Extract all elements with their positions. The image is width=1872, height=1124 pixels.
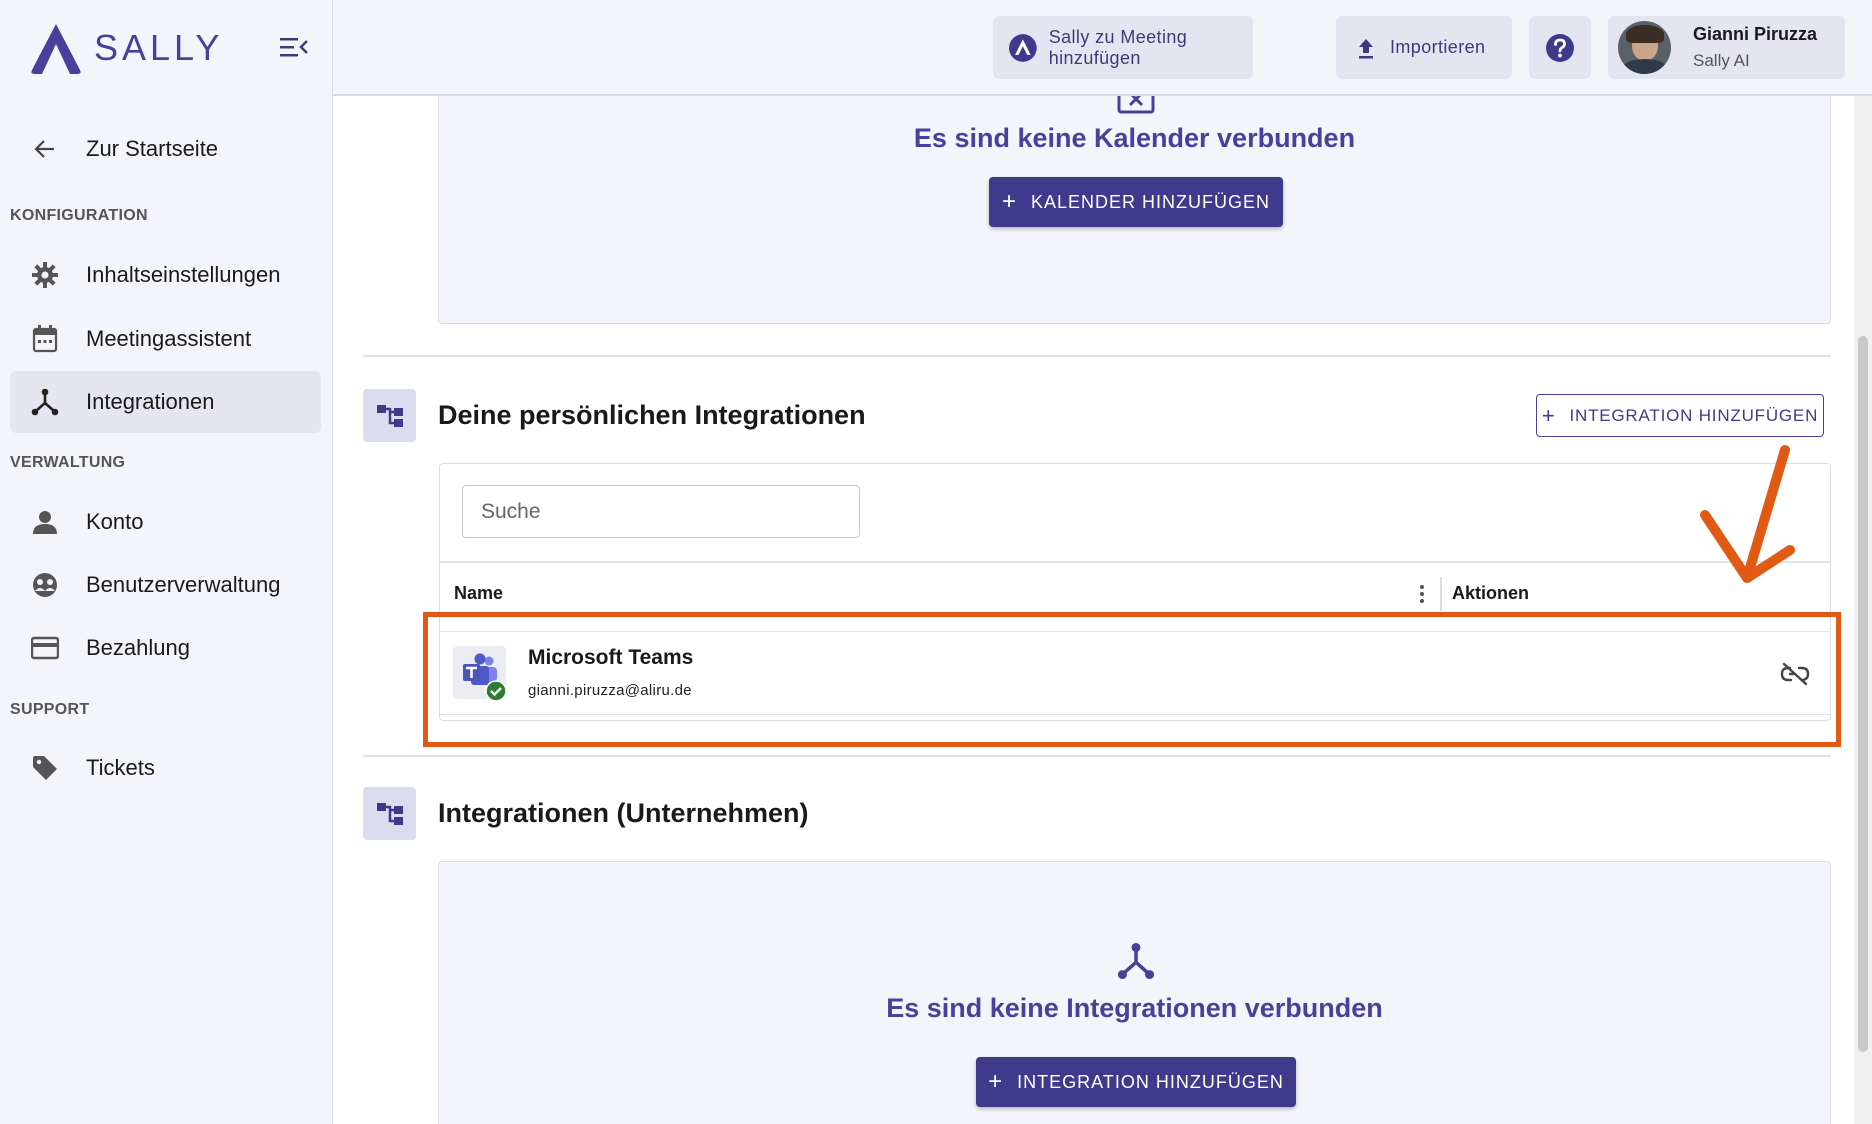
brand-logo[interactable]: SALLY <box>26 20 223 76</box>
plus-icon: + <box>1001 188 1017 215</box>
user-name: Gianni Piruzza <box>1693 24 1818 44</box>
column-header-actions: Aktionen <box>1452 583 1530 603</box>
column-menu-icon[interactable] <box>1419 584 1425 604</box>
integration-account: gianni.piruzza@aliru.de <box>528 682 692 699</box>
table-separator <box>440 561 1830 563</box>
add-company-integration-label: INTEGRATION HINZUFÜGEN <box>1017 1071 1284 1092</box>
sidebar-item-account[interactable]: Konto <box>10 491 321 553</box>
plus-icon: + <box>1541 402 1556 428</box>
unlink-icon[interactable] <box>1780 662 1810 686</box>
sally-logo-icon <box>31 24 81 74</box>
section-label-support: SUPPORT <box>10 701 90 718</box>
sally-badge-icon <box>1009 33 1037 62</box>
import-label: Importieren <box>1390 37 1486 57</box>
sidebar-item-label: Benutzerverwaltung <box>86 572 281 597</box>
users-globe-icon <box>30 570 60 600</box>
help-button[interactable] <box>1529 16 1591 79</box>
sidebar-item-label: Zur Startseite <box>86 136 219 161</box>
person-icon <box>30 507 60 537</box>
user-menu[interactable]: Gianni Piruzza Sally AI <box>1608 16 1845 79</box>
gear-icon <box>30 260 60 290</box>
add-personal-integration-button[interactable]: + INTEGRATION HINZUFÜGEN <box>1536 394 1824 437</box>
main-content: Es sind keine Kalender verbunden + KALEN… <box>333 76 1872 1124</box>
brand-name: SALLY <box>94 27 224 68</box>
sidebar-item-label: Bezahlung <box>86 635 190 660</box>
sidebar-item-content-settings[interactable]: Inhaltseinstellungen <box>10 244 321 306</box>
personal-integrations-title: Deine persönlichen Integrationen <box>438 400 866 430</box>
scrollbar-thumb[interactable] <box>1858 336 1868 1052</box>
calendar-empty-card: Es sind keine Kalender verbunden + KALEN… <box>438 76 1831 324</box>
app-root: SALLY Zur Startseite KONFIGURATION Inhal… <box>0 0 1872 1124</box>
menu-collapse-icon[interactable] <box>280 36 308 58</box>
hierarchy-icon <box>376 404 403 427</box>
add-to-meeting-label: Sally zu Meeting hinzufügen <box>1048 26 1188 68</box>
add-to-meeting-button[interactable]: Sally zu Meeting hinzufügen <box>993 16 1253 79</box>
sidebar-item-label: Meetingassistent <box>86 326 252 351</box>
calendar-empty-title: Es sind keine Kalender verbunden <box>913 123 1356 153</box>
avatar <box>1618 21 1671 74</box>
sidebar: SALLY Zur Startseite KONFIGURATION Inhal… <box>0 0 333 1124</box>
sidebar-item-back[interactable]: Zur Startseite <box>10 118 321 180</box>
column-header-name[interactable]: Name <box>454 583 503 604</box>
calendar-icon <box>30 324 60 354</box>
sidebar-item-label: Integrationen <box>86 389 215 414</box>
sidebar-item-meeting-assistant[interactable]: Meetingassistent <box>10 308 321 370</box>
add-company-integration-button[interactable]: + INTEGRATION HINZUFÜGEN <box>976 1057 1296 1107</box>
section-label-admin: VERWALTUNG <box>10 454 126 471</box>
arrow-left-icon <box>30 134 60 164</box>
table-row[interactable]: Microsoft Teams gianni.piruzza@aliru.de <box>440 631 1830 715</box>
upload-icon <box>1359 38 1373 58</box>
hierarchy-icon <box>376 802 403 825</box>
add-personal-integration-label: INTEGRATION HINZUFÜGEN <box>1569 405 1819 425</box>
integrations-icon <box>30 387 60 417</box>
integration-section-icon <box>363 389 416 442</box>
integration-name: Microsoft Teams <box>528 646 694 669</box>
tag-icon <box>30 753 60 783</box>
integrations-table: Name Aktionen <box>439 463 1831 721</box>
search-input[interactable] <box>462 485 860 538</box>
plus-icon: + <box>988 1068 1004 1095</box>
sidebar-item-integrations[interactable]: Integrationen <box>10 371 321 433</box>
teams-logo <box>453 646 507 702</box>
integrations-icon <box>1117 942 1155 980</box>
sidebar-item-label: Konto <box>86 509 144 534</box>
section-label-config: KONFIGURATION <box>10 207 148 224</box>
sidebar-item-tickets[interactable]: Tickets <box>10 737 321 799</box>
import-button[interactable]: Importieren <box>1336 16 1512 79</box>
sidebar-item-user-management[interactable]: Benutzerverwaltung <box>10 554 321 616</box>
user-org: Sally AI <box>1693 51 1750 70</box>
connected-check-icon <box>485 680 507 702</box>
sidebar-item-label: Tickets <box>86 755 155 780</box>
company-integrations-title: Integrationen (Unternehmen) <box>438 798 809 828</box>
add-calendar-button[interactable]: + KALENDER HINZUFÜGEN <box>989 177 1283 227</box>
add-calendar-label: KALENDER HINZUFÜGEN <box>1030 191 1271 212</box>
company-section-icon <box>363 787 416 840</box>
credit-card-icon <box>30 633 60 663</box>
company-integrations-empty-card: Es sind keine Integrationen verbunden + … <box>438 861 1831 1124</box>
section-divider <box>363 355 1831 357</box>
top-bar: Sally zu Meeting hinzufügen Importieren … <box>333 0 1872 96</box>
sidebar-item-billing[interactable]: Bezahlung <box>10 617 321 679</box>
company-empty-title: Es sind keine Integrationen verbunden <box>886 993 1383 1023</box>
column-divider <box>1440 577 1442 611</box>
section-divider <box>363 755 1831 757</box>
sidebar-item-label: Inhaltseinstellungen <box>86 262 281 287</box>
help-icon <box>1546 33 1574 62</box>
